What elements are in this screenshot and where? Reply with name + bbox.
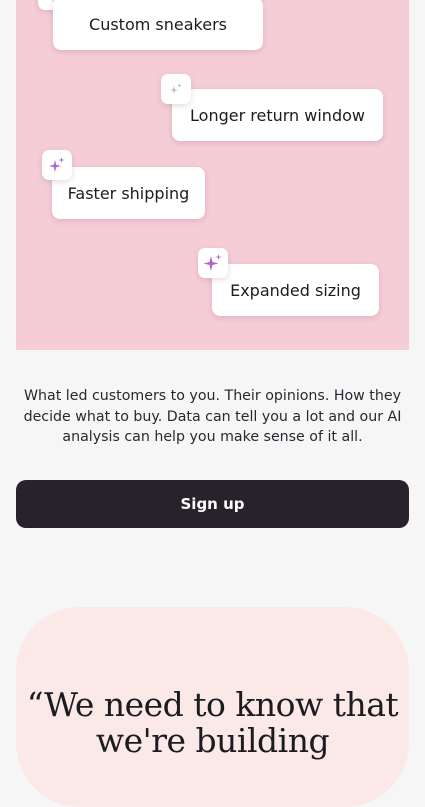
sparkle-icon: [198, 248, 228, 278]
chip-label: Faster shipping: [67, 183, 190, 203]
chip-longer-return-window: Longer return window: [172, 89, 383, 141]
testimonial-quote: “We need to know that we're building: [26, 685, 399, 760]
description-text: What led customers to you. Their opinion…: [23, 388, 402, 445]
sparkle-icon: [161, 74, 191, 104]
testimonial-card: “We need to know that we're building: [16, 607, 409, 807]
chip-custom-sneakers: Custom sneakers: [53, 0, 263, 50]
chip-label: Longer return window: [190, 105, 365, 125]
sparkle-icon: [42, 150, 72, 180]
chip-faster-shipping: Faster shipping: [52, 167, 205, 219]
chip-label: Custom sneakers: [89, 14, 227, 34]
sign-up-label: Sign up: [180, 495, 245, 513]
hero-illustration: Custom sneakers Longer return window Fas…: [16, 0, 409, 350]
chip-expanded-sizing: Expanded sizing: [212, 264, 379, 316]
chip-label: Expanded sizing: [230, 280, 361, 300]
sign-up-button[interactable]: Sign up: [16, 480, 409, 528]
